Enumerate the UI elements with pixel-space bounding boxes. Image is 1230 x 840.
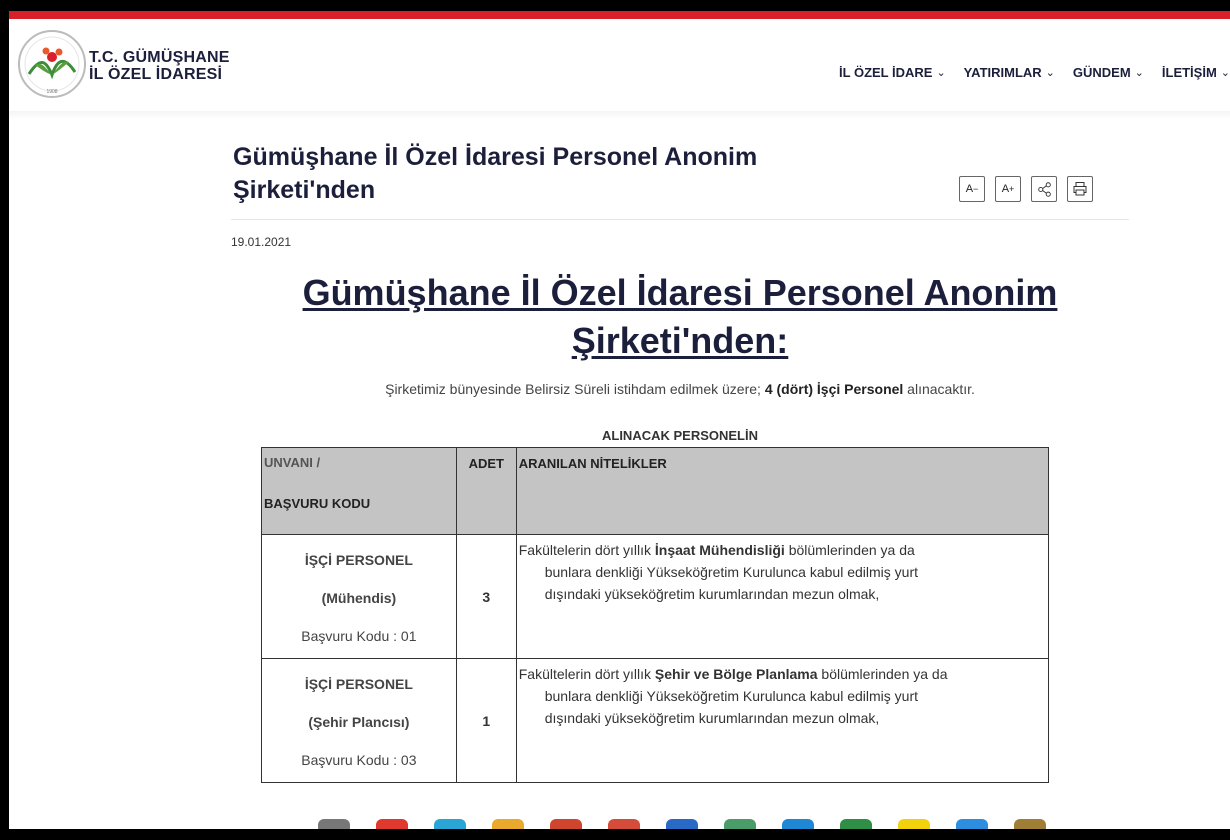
print-button[interactable] bbox=[1067, 176, 1093, 202]
taskbar-app-icon[interactable] bbox=[550, 819, 582, 829]
qualification-cell: Fakültelerin dört yıllık Şehir ve Bölge … bbox=[515, 658, 1050, 783]
nav-item-label: İLETİŞİM bbox=[1161, 65, 1217, 80]
publish-date: 19.01.2021 bbox=[231, 235, 292, 249]
taskbar-app-icon[interactable] bbox=[840, 819, 872, 829]
taskbar-app-icon[interactable] bbox=[1014, 819, 1046, 829]
browser-page: 1908 T.C. GÜMÜŞHANE İL ÖZEL İDARESİ İL Ö… bbox=[9, 11, 1230, 829]
taskbar-strip bbox=[318, 819, 1168, 829]
chevron-down-icon: ⌄ bbox=[1045, 67, 1055, 79]
brand-line-1: T.C. GÜMÜŞHANE bbox=[89, 49, 230, 66]
share-button[interactable] bbox=[1031, 176, 1057, 202]
header-shadow bbox=[9, 111, 1230, 119]
table-row: İŞÇİ PERSONEL (Mühendis) Başvuru Kodu : … bbox=[261, 534, 1050, 659]
taskbar-app-icon[interactable] bbox=[318, 819, 350, 829]
article-tools: A − A + bbox=[959, 176, 1093, 202]
personnel-table: UNVANI / BAŞVURU KODU ADET ARANILAN NİTE… bbox=[261, 447, 1050, 783]
position-subtitle: (Mühendis) bbox=[321, 590, 397, 606]
qualification-line-1: Fakültelerin dört yıllık İnşaat Mühendis… bbox=[518, 542, 915, 558]
intro-prefix: Şirketimiz bünyesinde Belirsiz Süreli is… bbox=[385, 381, 765, 397]
header-code: BAŞVURU KODU bbox=[264, 496, 371, 511]
svg-text:1908: 1908 bbox=[46, 89, 57, 95]
application-code: Başvuru Kodu : 03 bbox=[301, 752, 417, 768]
taskbar-app-icon[interactable] bbox=[434, 819, 466, 829]
decrease-font-button[interactable]: A − bbox=[959, 176, 985, 202]
logo-emblem-icon: 1908 bbox=[18, 30, 86, 98]
header-qualifications: ARANILAN NİTELİKLER bbox=[515, 447, 1050, 535]
table-header-row: UNVANI / BAŞVURU KODU ADET ARANILAN NİTE… bbox=[261, 447, 1050, 535]
position-title: İŞÇİ PERSONEL bbox=[304, 676, 413, 692]
taskbar-app-icon[interactable] bbox=[666, 819, 698, 829]
nav-item-label: YATIRIMLAR bbox=[963, 65, 1042, 80]
taskbar-app-icon[interactable] bbox=[956, 819, 988, 829]
main-navigation: İL ÖZEL İDARE ⌄ YATIRIMLAR ⌄ GÜNDEM ⌄ İL… bbox=[839, 65, 1230, 80]
taskbar-app-icon[interactable] bbox=[782, 819, 814, 829]
nav-item-yatirimlar[interactable]: YATIRIMLAR ⌄ bbox=[964, 65, 1055, 80]
taskbar-app-icon[interactable] bbox=[608, 819, 640, 829]
header-title: UNVANI / bbox=[264, 455, 321, 470]
increase-font-button[interactable]: A + bbox=[995, 176, 1021, 202]
chevron-down-icon: ⌄ bbox=[1134, 67, 1144, 79]
nav-item-il-ozel-idare[interactable]: İL ÖZEL İDARE ⌄ bbox=[839, 65, 946, 80]
nav-item-label: İL ÖZEL İDARE bbox=[839, 65, 933, 80]
table-caption: ALINACAK PERSONELİN bbox=[601, 428, 758, 443]
site-header: 1908 T.C. GÜMÜŞHANE İL ÖZEL İDARESİ İL Ö… bbox=[9, 19, 1230, 119]
intro-text: Şirketimiz bünyesinde Belirsiz Süreli is… bbox=[231, 381, 1129, 397]
article-heading: Gümüşhane İl Özel İdaresi Personel Anoni… bbox=[302, 272, 1058, 361]
position-cell: İŞÇİ PERSONEL (Şehir Plancısı) Başvuru K… bbox=[261, 658, 457, 783]
qualification-line-3: dışındaki yükseköğretim kurumlarından me… bbox=[544, 710, 880, 726]
header-title-code: UNVANI / BAŞVURU KODU bbox=[261, 447, 457, 535]
nav-item-gundem[interactable]: GÜNDEM ⌄ bbox=[1073, 65, 1144, 80]
intro-bold: 4 (dört) İşçi Personel bbox=[764, 381, 904, 397]
brand-name[interactable]: T.C. GÜMÜŞHANE İL ÖZEL İDARESİ bbox=[89, 49, 230, 83]
chevron-down-icon: ⌄ bbox=[936, 67, 946, 79]
qualification-line-3: dışındaki yükseköğretim kurumlarından me… bbox=[544, 586, 880, 602]
qualification-line-2: bunlara denkliği Yükseköğretim Kurulunca… bbox=[544, 688, 919, 704]
count-cell: 1 bbox=[455, 658, 517, 783]
top-accent-bar bbox=[9, 11, 1230, 19]
application-code: Başvuru Kodu : 01 bbox=[301, 628, 417, 644]
position-subtitle: (Şehir Plancısı) bbox=[308, 714, 410, 730]
brand-line-2: İL ÖZEL İDARESİ bbox=[89, 66, 223, 83]
qualification-cell: Fakültelerin dört yıllık İnşaat Mühendis… bbox=[515, 534, 1050, 659]
chevron-down-icon: ⌄ bbox=[1220, 67, 1230, 79]
qualification-line-1: Fakültelerin dört yıllık Şehir ve Bölge … bbox=[518, 666, 948, 682]
count-cell: 3 bbox=[455, 534, 517, 659]
print-icon bbox=[1073, 182, 1087, 196]
nav-item-iletisim[interactable]: İLETİŞİM ⌄ bbox=[1162, 65, 1230, 80]
taskbar-app-icon[interactable] bbox=[492, 819, 524, 829]
share-icon bbox=[1037, 181, 1051, 197]
taskbar-app-icon[interactable] bbox=[724, 819, 756, 829]
logo[interactable]: 1908 bbox=[15, 27, 89, 101]
header-count: ADET bbox=[455, 447, 517, 535]
taskbar-app-icon[interactable] bbox=[898, 819, 930, 829]
nav-item-label: GÜNDEM bbox=[1072, 65, 1131, 80]
position-title: İŞÇİ PERSONEL bbox=[304, 552, 413, 568]
taskbar-app-icon[interactable] bbox=[376, 819, 408, 829]
title-divider bbox=[231, 219, 1129, 220]
intro-suffix: alınacaktır. bbox=[903, 381, 975, 397]
qualification-line-2: bunlara denkliği Yükseköğretim Kurulunca… bbox=[544, 564, 919, 580]
position-cell: İŞÇİ PERSONEL (Mühendis) Başvuru Kodu : … bbox=[261, 534, 457, 659]
page-title: Gümüşhane İl Özel İdaresi Personel Anoni… bbox=[233, 143, 758, 204]
table-row: İŞÇİ PERSONEL (Şehir Plancısı) Başvuru K… bbox=[261, 658, 1050, 783]
